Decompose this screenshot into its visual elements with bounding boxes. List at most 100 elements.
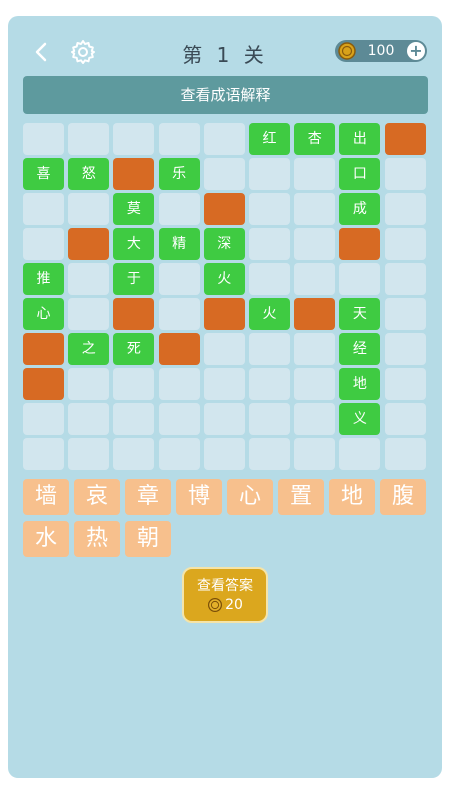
board-cell-filled[interactable]: 地 <box>339 368 381 400</box>
character-tile[interactable]: 心 <box>227 479 273 515</box>
board-cell-filled[interactable]: 乐 <box>158 158 200 190</box>
board-cell-empty[interactable] <box>294 368 336 400</box>
board-cell-blank[interactable] <box>203 298 245 330</box>
board-cell-empty[interactable] <box>23 123 64 155</box>
board-cell-empty[interactable] <box>158 368 200 400</box>
board-cell-empty[interactable] <box>113 368 155 400</box>
board-cell-filled[interactable]: 之 <box>68 333 110 365</box>
character-tile[interactable]: 水 <box>23 521 69 557</box>
board-cell-empty[interactable] <box>68 298 110 330</box>
board-cell-blank[interactable] <box>158 333 200 365</box>
board-cell-empty[interactable] <box>68 403 110 435</box>
board-cell-empty[interactable] <box>294 263 336 295</box>
board-cell-empty[interactable] <box>294 438 336 470</box>
board-cell-empty[interactable] <box>249 333 290 365</box>
board-cell-empty[interactable] <box>249 368 290 400</box>
character-tile[interactable]: 腹 <box>380 479 426 515</box>
board-cell-empty[interactable] <box>249 438 290 470</box>
board-cell-empty[interactable] <box>203 123 245 155</box>
board-cell-empty[interactable] <box>203 403 245 435</box>
board-cell-empty[interactable] <box>68 123 110 155</box>
board-cell-blank[interactable] <box>203 193 245 225</box>
board-cell-empty[interactable] <box>23 193 64 225</box>
board-cell-empty[interactable] <box>158 123 200 155</box>
board-cell-empty[interactable] <box>68 368 110 400</box>
character-tile[interactable]: 墙 <box>23 479 69 515</box>
board-cell-empty[interactable] <box>294 333 336 365</box>
board-cell-empty[interactable] <box>294 193 336 225</box>
board-cell-filled[interactable]: 经 <box>339 333 381 365</box>
board-cell-blank[interactable] <box>294 298 336 330</box>
board-cell-filled[interactable]: 口 <box>339 158 381 190</box>
board-cell-filled[interactable]: 心 <box>23 298 64 330</box>
character-tile[interactable]: 朝 <box>125 521 171 557</box>
board-cell-filled[interactable]: 于 <box>113 263 155 295</box>
board-cell-filled[interactable]: 喜 <box>23 158 64 190</box>
plus-icon[interactable]: + <box>407 42 425 60</box>
board-cell-empty[interactable] <box>384 403 426 435</box>
board-cell-empty[interactable] <box>384 263 426 295</box>
board-cell-blank[interactable] <box>113 298 155 330</box>
board-cell-filled[interactable]: 出 <box>339 123 381 155</box>
board-cell-filled[interactable]: 成 <box>339 193 381 225</box>
view-answer-button[interactable]: 查看答案 20 <box>182 567 268 623</box>
board-cell-filled[interactable]: 火 <box>203 263 245 295</box>
character-tile[interactable]: 章 <box>125 479 171 515</box>
board-cell-blank[interactable] <box>23 333 64 365</box>
board-cell-empty[interactable] <box>203 368 245 400</box>
board-cell-empty[interactable] <box>113 123 155 155</box>
board-cell-empty[interactable] <box>68 193 110 225</box>
board-cell-filled[interactable]: 火 <box>249 298 290 330</box>
board-cell-empty[interactable] <box>249 228 290 260</box>
board-cell-empty[interactable] <box>68 263 110 295</box>
board-cell-filled[interactable]: 杏 <box>294 123 336 155</box>
board-cell-empty[interactable] <box>158 263 200 295</box>
board-cell-filled[interactable]: 红 <box>249 123 290 155</box>
board-cell-empty[interactable] <box>113 438 155 470</box>
view-idiom-explanation-button[interactable]: 查看成语解释 <box>23 76 428 114</box>
character-tile[interactable]: 地 <box>329 479 375 515</box>
board-cell-empty[interactable] <box>249 158 290 190</box>
board-cell-empty[interactable] <box>158 298 200 330</box>
board-cell-empty[interactable] <box>203 158 245 190</box>
board-cell-empty[interactable] <box>384 228 426 260</box>
board-cell-empty[interactable] <box>158 403 200 435</box>
board-cell-empty[interactable] <box>203 333 245 365</box>
board-cell-empty[interactable] <box>249 263 290 295</box>
board-cell-empty[interactable] <box>113 403 155 435</box>
board-cell-empty[interactable] <box>68 438 110 470</box>
board-cell-blank[interactable] <box>23 368 64 400</box>
board-cell-empty[interactable] <box>249 193 290 225</box>
board-cell-empty[interactable] <box>23 438 64 470</box>
board-cell-empty[interactable] <box>294 228 336 260</box>
board-cell-empty[interactable] <box>384 333 426 365</box>
board-cell-empty[interactable] <box>23 228 64 260</box>
character-tile[interactable]: 热 <box>74 521 120 557</box>
board-cell-empty[interactable] <box>23 403 64 435</box>
board-cell-empty[interactable] <box>294 158 336 190</box>
board-cell-filled[interactable]: 天 <box>339 298 381 330</box>
board-cell-filled[interactable]: 莫 <box>113 193 155 225</box>
board-cell-empty[interactable] <box>384 368 426 400</box>
board-cell-empty[interactable] <box>384 438 426 470</box>
board-cell-empty[interactable] <box>249 403 290 435</box>
board-cell-empty[interactable] <box>339 263 381 295</box>
board-cell-empty[interactable] <box>158 438 200 470</box>
character-tile[interactable]: 博 <box>176 479 222 515</box>
board-cell-empty[interactable] <box>339 438 381 470</box>
board-cell-empty[interactable] <box>294 403 336 435</box>
board-cell-filled[interactable]: 大 <box>113 228 155 260</box>
board-cell-filled[interactable]: 深 <box>203 228 245 260</box>
board-cell-empty[interactable] <box>158 193 200 225</box>
board-cell-filled[interactable]: 怒 <box>68 158 110 190</box>
board-cell-filled[interactable]: 推 <box>23 263 64 295</box>
board-cell-blank[interactable] <box>113 158 155 190</box>
board-cell-blank[interactable] <box>384 123 426 155</box>
board-cell-filled[interactable]: 精 <box>158 228 200 260</box>
board-cell-empty[interactable] <box>384 298 426 330</box>
board-cell-empty[interactable] <box>384 193 426 225</box>
character-tile[interactable]: 哀 <box>74 479 120 515</box>
board-cell-empty[interactable] <box>203 438 245 470</box>
board-cell-filled[interactable]: 义 <box>339 403 381 435</box>
board-cell-blank[interactable] <box>339 228 381 260</box>
